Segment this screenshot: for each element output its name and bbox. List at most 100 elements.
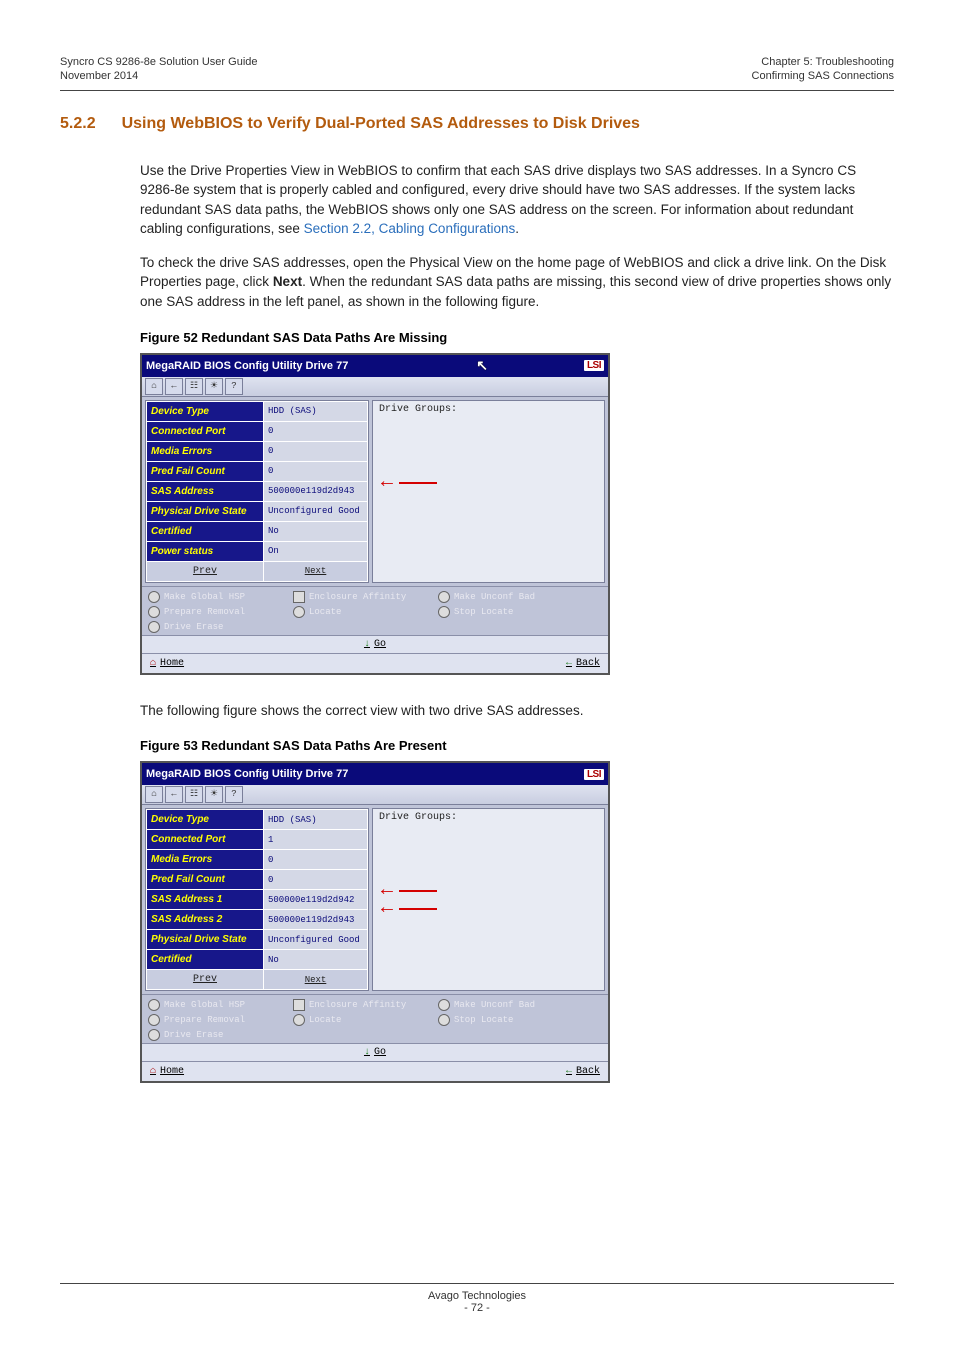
property-value: 0 [264,441,368,461]
window-title: MegaRAID BIOS Config Utility Drive 77 [146,768,348,780]
next-button[interactable]: Next [264,561,368,581]
opt-make-global-hsp[interactable]: Make Global HSP [148,591,293,603]
opt-enclosure-affinity[interactable]: Enclosure Affinity [293,999,438,1011]
property-label: Connected Port [147,421,264,441]
header-rule [60,90,894,91]
opt-stop-locate[interactable]: Stop Locate [438,606,602,618]
property-row: Connected Port0 [147,421,368,441]
opt-locate[interactable]: Locate [293,606,438,618]
property-row: Media Errors0 [147,441,368,461]
back-button[interactable]: ←Back [566,658,600,669]
back-icon[interactable]: ← [165,378,183,395]
options-area: Make Global HSP Enclosure Affinity Make … [142,994,608,1043]
go-arrow-icon: ↓ [364,639,370,650]
home-icon: ⌂ [150,1066,156,1077]
property-value: 500000e119d2d942 [264,890,368,910]
opt-make-global-hsp[interactable]: Make Global HSP [148,999,293,1011]
opt-drive-erase[interactable]: Drive Erase [148,621,293,633]
options-area: Make Global HSP Enclosure Affinity Make … [142,586,608,635]
annotation-arrow-icon [381,471,393,494]
home-icon: ⌂ [150,658,156,669]
section-title: Using WebBIOS to Verify Dual-Ported SAS … [122,115,640,133]
webbios-window-fig52: MegaRAID BIOS Config Utility Drive 77 ↖ … [140,353,610,675]
home-icon[interactable]: ⌂ [145,786,163,803]
property-row: CertifiedNo [147,521,368,541]
footer-rule [60,1283,894,1284]
go-button[interactable]: ↓Go [364,1047,386,1058]
opt-prepare-removal[interactable]: Prepare Removal [148,606,293,618]
footer-company: Avago Technologies [60,1290,894,1302]
opt-drive-erase[interactable]: Drive Erase [148,1029,293,1041]
webbios-window-fig53: MegaRAID BIOS Config Utility Drive 77 LS… [140,761,610,1083]
footer-page: - 72 - [60,1302,894,1314]
help-icon[interactable]: ? [225,786,243,803]
header-left-1: Syncro CS 9286-8e Solution User Guide [60,55,258,69]
drive-groups-label: Drive Groups: [379,812,457,823]
property-label: SAS Address 2 [147,910,264,930]
back-button[interactable]: ←Back [566,1066,600,1077]
help-icon[interactable]: ? [225,378,243,395]
property-value: HDD (SAS) [264,401,368,421]
property-value: HDD (SAS) [264,810,368,830]
property-row: Device TypeHDD (SAS) [147,810,368,830]
header-right-2: Confirming SAS Connections [752,69,894,83]
back-icon[interactable]: ← [165,786,183,803]
property-value: 500000e119d2d943 [264,910,368,930]
header-left-2: November 2014 [60,69,258,83]
property-value: On [264,541,368,561]
property-label: Pred Fail Count [147,870,264,890]
opt-locate[interactable]: Locate [293,1014,438,1026]
lsi-logo: LSI [584,360,604,371]
home-button[interactable]: ⌂Home [150,658,184,669]
link-cabling-configs[interactable]: Section 2.2, Cabling Configurations [304,221,516,236]
property-row: Connected Port1 [147,830,368,850]
property-label: Media Errors [147,850,264,870]
figure-52-caption: Figure 52 Redundant SAS Data Paths Are M… [140,330,894,345]
opt-enclosure-affinity[interactable]: Enclosure Affinity [293,591,438,603]
opt-stop-locate[interactable]: Stop Locate [438,1014,602,1026]
property-label: Physical Drive State [147,930,264,950]
opt-make-unconf-bad[interactable]: Make Unconf Bad [438,999,602,1011]
tree-icon[interactable]: ☷ [185,378,203,395]
tree-icon[interactable]: ☷ [185,786,203,803]
property-label: Pred Fail Count [147,461,264,481]
opt-prepare-removal[interactable]: Prepare Removal [148,1014,293,1026]
go-button[interactable]: ↓Go [364,639,386,650]
property-row: Device TypeHDD (SAS) [147,401,368,421]
back-arrow-icon: ← [566,1066,572,1077]
property-row: Physical Drive StateUnconfigured Good [147,501,368,521]
paragraph-mid: The following figure shows the correct v… [140,701,894,721]
running-header: Syncro CS 9286-8e Solution User Guide No… [60,55,894,84]
section-heading: 5.2.2 Using WebBIOS to Verify Dual-Porte… [60,115,894,133]
property-value: No [264,950,368,970]
section-number: 5.2.2 [60,115,96,133]
property-label: SAS Address 1 [147,890,264,910]
paragraph-1: Use the Drive Properties View in WebBIOS… [140,161,894,239]
property-row: SAS Address 2500000e119d2d943 [147,910,368,930]
settings-icon[interactable]: ☀ [205,786,223,803]
window-title: MegaRAID BIOS Config Utility Drive 77 [146,360,348,372]
property-row: Media Errors0 [147,850,368,870]
back-arrow-icon: ← [566,658,572,669]
annotation-arrow-icon [381,897,393,920]
property-value: No [264,521,368,541]
prev-button[interactable]: Prev [147,561,264,581]
properties-panel: Device TypeHDD (SAS)Connected Port0Media… [145,400,369,583]
home-icon[interactable]: ⌂ [145,378,163,395]
property-label: Power status [147,541,264,561]
next-button[interactable]: Next [264,970,368,990]
property-value: Unconfigured Good [264,501,368,521]
drive-groups-panel: Drive Groups: [372,808,605,991]
settings-icon[interactable]: ☀ [205,378,223,395]
prev-button[interactable]: Prev [147,970,264,990]
opt-make-unconf-bad[interactable]: Make Unconf Bad [438,591,602,603]
figure-53-caption: Figure 53 Redundant SAS Data Paths Are P… [140,738,894,753]
property-value: 1 [264,830,368,850]
header-right-1: Chapter 5: Troubleshooting [752,55,894,69]
home-button[interactable]: ⌂Home [150,1066,184,1077]
go-arrow-icon: ↓ [364,1047,370,1058]
property-row: CertifiedNo [147,950,368,970]
property-label: Physical Drive State [147,501,264,521]
property-label: SAS Address [147,481,264,501]
property-value: 500000e119d2d943 [264,481,368,501]
